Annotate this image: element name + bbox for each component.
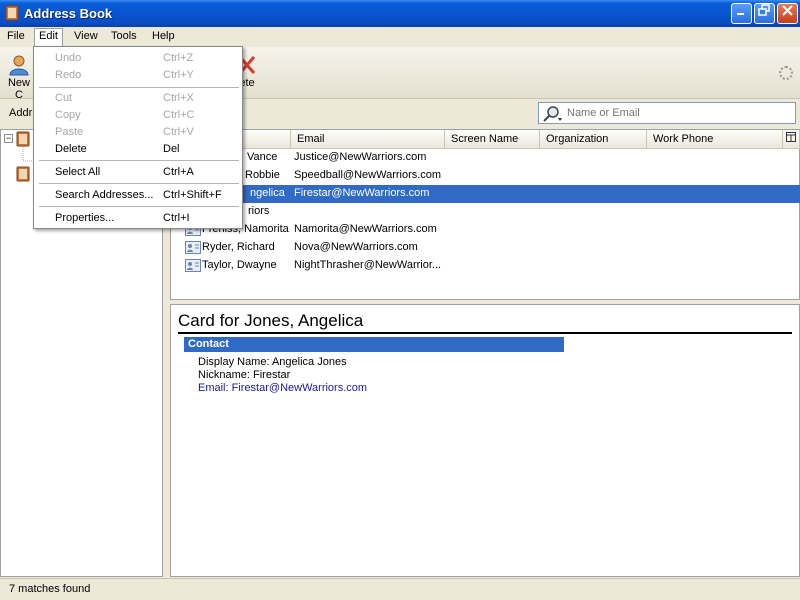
contact-name: Robbie (245, 169, 280, 181)
contact-section-header: Contact (184, 337, 564, 352)
search-field[interactable] (538, 102, 796, 124)
contact-name: riors (248, 205, 270, 217)
address-book-icon (5, 5, 19, 21)
card-email-link[interactable]: Email: Firestar@NewWarriors.com (198, 382, 367, 394)
maximize-button[interactable] (754, 3, 775, 24)
card-display-name: Display Name: Angelica Jones (198, 356, 347, 368)
activity-throbber-icon (779, 66, 793, 80)
menu-item-shortcut: Ctrl+X (163, 92, 194, 104)
collected-addresses-icon (16, 166, 30, 182)
menu-separator (39, 87, 239, 88)
address-book-folder-icon (16, 131, 30, 147)
address-book-label: Addr (9, 107, 33, 119)
menu-item-paste[interactable]: Paste Ctrl+V (35, 124, 241, 141)
table-row[interactable]: Vance Justice@NewWarriors.com (183, 149, 800, 167)
card-nickname: Nickname: Firestar (198, 369, 291, 381)
minimize-icon (737, 13, 744, 15)
menu-help[interactable]: Help (152, 30, 175, 42)
menu-item-label: Copy (55, 109, 81, 121)
menu-item-redo[interactable]: Redo Ctrl+Y (35, 67, 241, 84)
menu-file[interactable]: File (7, 30, 25, 42)
contact-email: Speedball@NewWarriors.com (294, 169, 442, 181)
menu-separator (39, 206, 239, 207)
column-email[interactable]: Email (291, 130, 445, 149)
contact-email: Justice@NewWarriors.com (294, 151, 427, 163)
search-input[interactable] (565, 105, 790, 121)
contact-name: Ryder, Richard (202, 241, 275, 253)
menu-item-shortcut: Del (163, 143, 180, 155)
menu-separator (39, 183, 239, 184)
menu-item-shortcut: Ctrl+C (163, 109, 195, 121)
contact-name: ngelica (250, 187, 285, 199)
contact-email: NightThrasher@NewWarrior... (294, 259, 442, 271)
menu-item-label: Delete (55, 143, 87, 155)
menu-item-label: Search Addresses... (55, 189, 154, 201)
menu-item-label: Properties... (55, 212, 115, 224)
status-bar: 7 matches found (0, 578, 800, 600)
contact-email: Nova@NewWarriors.com (294, 241, 418, 253)
table-row[interactable]: Robbie Speedball@NewWarriors.com (183, 167, 800, 185)
minimize-button[interactable] (731, 3, 752, 24)
menu-edit[interactable]: Edit (34, 28, 63, 47)
contact-card-icon (185, 241, 201, 254)
column-picker-icon (786, 132, 796, 142)
edit-menu-dropdown: Undo Ctrl+Z Redo Ctrl+Y Cut Ctrl+X Copy … (33, 46, 243, 229)
menu-item-copy[interactable]: Copy Ctrl+C (35, 107, 241, 124)
menu-bar: File Edit View Tools Help (0, 27, 800, 47)
menu-item-properties[interactable]: Properties... Ctrl+I (35, 210, 241, 227)
menu-view[interactable]: View (74, 30, 98, 42)
menu-item-shortcut: Ctrl+Z (163, 52, 194, 64)
contact-email: Namorita@NewWarriors.com (294, 223, 437, 235)
menu-item-label: Redo (55, 69, 82, 81)
menu-item-shortcut: Ctrl+Shift+F (163, 189, 222, 201)
tree-collapse-toggle[interactable]: − (4, 134, 13, 143)
close-icon (782, 5, 793, 16)
menu-item-label: Paste (55, 126, 84, 138)
card-view: Card for Jones, Angelica Contact Display… (170, 304, 800, 577)
table-row[interactable]: Frenlss, Namorita Namorita@NewWarriors.c… (183, 221, 800, 239)
menu-item-label: Cut (55, 92, 73, 104)
contact-card-icon (185, 259, 201, 272)
table-row[interactable]: Ryder, Richard Nova@NewWarriors.com (183, 239, 800, 257)
close-button[interactable] (777, 3, 798, 24)
column-organization[interactable]: Organization (540, 130, 647, 149)
restore-icon (758, 4, 770, 16)
menu-item-search-addresses[interactable]: Search Addresses... Ctrl+Shift+F (35, 187, 241, 204)
contact-name: Taylor, Dwayne (202, 259, 277, 271)
new-contact-icon (9, 55, 29, 76)
menu-item-delete[interactable]: Delete Del (35, 141, 241, 158)
new-card-button[interactable]: New C (4, 53, 34, 101)
menu-item-undo[interactable]: Undo Ctrl+Z (35, 50, 241, 67)
table-row[interactable]: riors (183, 203, 800, 221)
column-screen-name[interactable]: Screen Name (445, 130, 540, 149)
contact-name: Vance (247, 151, 278, 163)
menu-separator (39, 160, 239, 161)
status-text: 7 matches found (9, 583, 91, 595)
contact-email: Firestar@NewWarriors.com (294, 187, 430, 199)
menu-tools[interactable]: Tools (111, 30, 137, 42)
search-icon (543, 106, 562, 122)
menu-item-cut[interactable]: Cut Ctrl+X (35, 90, 241, 107)
column-work-phone[interactable]: Work Phone (647, 130, 783, 149)
card-title: Card for Jones, Angelica (178, 311, 792, 334)
table-row[interactable]: Taylor, Dwayne NightThrasher@NewWarrior.… (183, 257, 800, 275)
table-row-selected[interactable]: ngelica Firestar@NewWarriors.com (183, 185, 800, 203)
menu-item-shortcut: Ctrl+I (163, 212, 190, 224)
menu-item-shortcut: Ctrl+A (163, 166, 194, 178)
new-card-label: New C (7, 77, 30, 101)
menu-item-label: Select All (55, 166, 101, 178)
menu-item-shortcut: Ctrl+Y (163, 69, 194, 81)
column-picker[interactable] (783, 130, 800, 149)
window-title: Address Book (24, 6, 113, 21)
menu-item-label: Undo (55, 52, 82, 64)
title-bar: Address Book (0, 0, 800, 27)
menu-item-select-all[interactable]: Select All Ctrl+A (35, 164, 241, 181)
results-list: Email Screen Name Organization Work Phon… (170, 129, 800, 300)
menu-item-shortcut: Ctrl+V (163, 126, 194, 138)
